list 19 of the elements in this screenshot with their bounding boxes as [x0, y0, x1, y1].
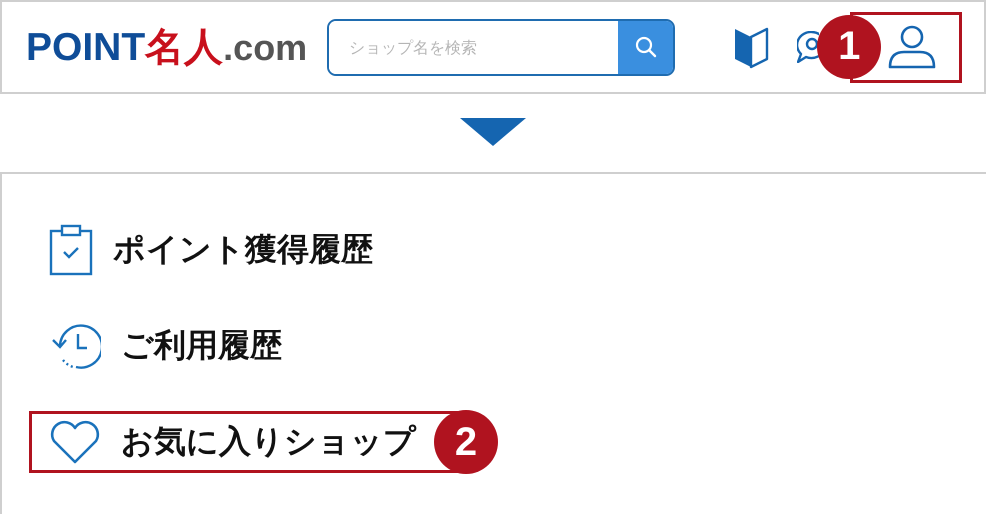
- down-arrow-icon: [460, 118, 526, 146]
- heart-icon: [49, 419, 101, 465]
- history-clock-icon: [49, 322, 101, 370]
- step-badge: 2: [434, 410, 498, 474]
- menu-item[interactable]: ご利用履歴: [49, 322, 282, 370]
- beginner-button[interactable]: [733, 25, 770, 69]
- chat-bubble-icon: [797, 31, 820, 63]
- clipboard-check-icon: [49, 224, 93, 276]
- user-button[interactable]: [888, 25, 936, 69]
- search-field[interactable]: ショップ名を検索: [327, 18, 676, 76]
- logo[interactable]: POINT名人.com: [26, 20, 308, 74]
- search-button[interactable]: [618, 20, 674, 74]
- search-icon: [634, 35, 658, 59]
- chat-button[interactable]: [797, 31, 820, 63]
- user-icon: [888, 25, 936, 69]
- menu-item[interactable]: お気に入りショップ: [49, 419, 416, 465]
- menu-item[interactable]: ポイント獲得履歴: [49, 224, 373, 276]
- beginner-mark-icon: [733, 25, 770, 69]
- step-badge: 1: [817, 14, 882, 78]
